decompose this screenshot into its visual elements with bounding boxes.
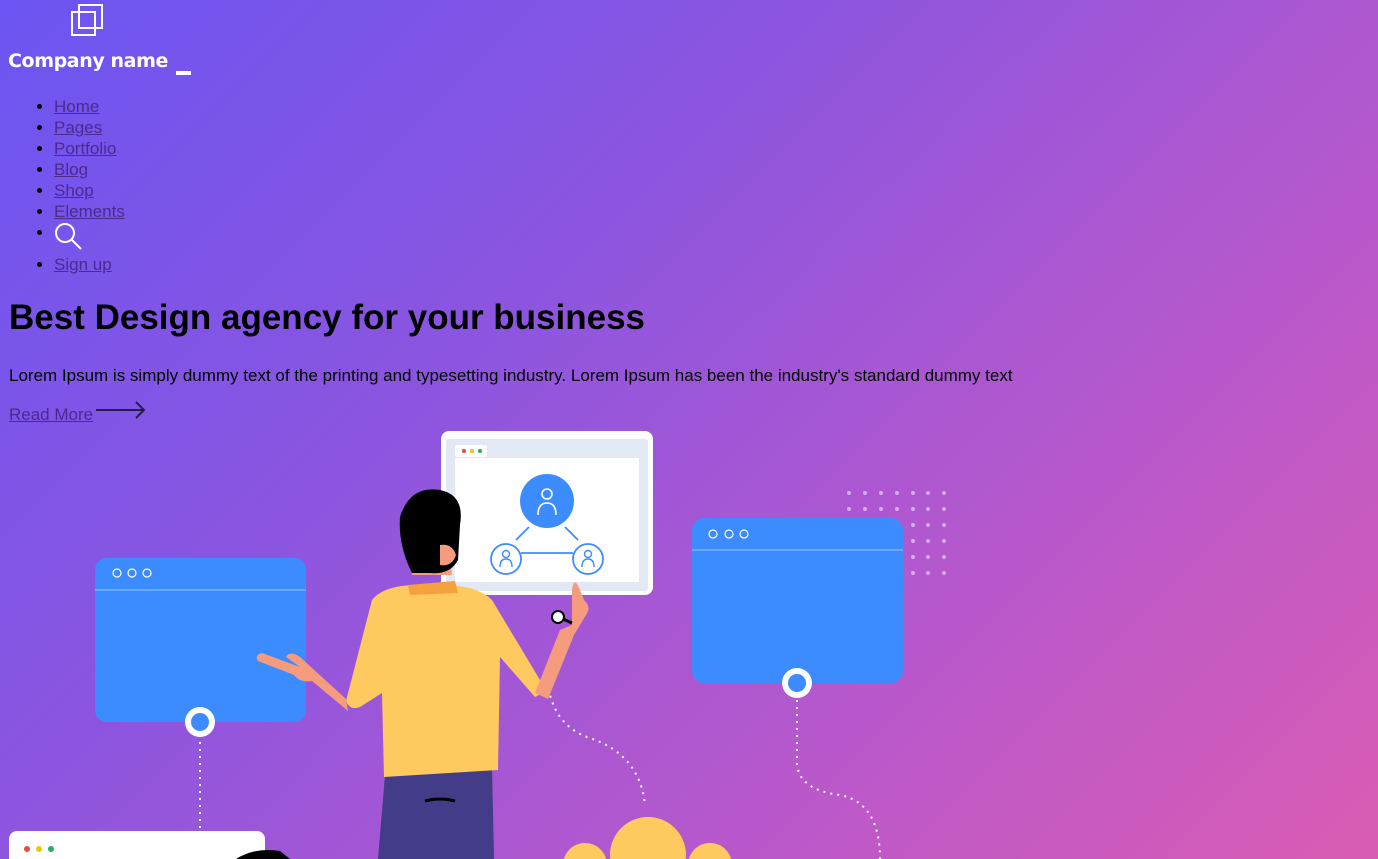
nav-link-elements[interactable]: Elements [54,202,125,221]
cloud-shape [563,817,732,859]
search-icon[interactable] [54,222,82,250]
company-name[interactable]: Company name [8,50,168,72]
hero-illustration [9,431,946,859]
nav-item-search [54,222,125,254]
read-more-link[interactable]: Read More [9,401,147,425]
nav-item-portfolio: Portfolio [54,138,125,159]
right-browser-window [692,518,903,698]
nav-link-shop[interactable]: Shop [54,181,94,200]
nav-link-portfolio[interactable]: Portfolio [54,139,116,158]
hero-description: Lorem Ipsum is simply dummy text of the … [9,366,1013,385]
logo-icon[interactable] [70,3,104,37]
bottom-left-card [9,831,265,859]
main-nav: Home Pages Portfolio Blog Shop Elements … [14,96,125,275]
nav-item-blog: Blog [54,159,125,180]
network-browser-window [441,431,653,595]
long-arrow-right-icon [96,401,146,419]
nav-link-home[interactable]: Home [54,97,99,116]
signup-link[interactable]: Sign up [54,255,112,274]
hero-title: Best Design agency for your business [9,298,646,337]
nav-link-pages[interactable]: Pages [54,118,102,137]
left-browser-window [95,558,306,737]
nav-item-home: Home [54,96,125,117]
nav-link-blog[interactable]: Blog [54,160,88,179]
nav-item-shop: Shop [54,180,125,201]
read-more-label: Read More [9,405,94,424]
nav-item-signup: Sign up [54,254,125,275]
nav-item-elements: Elements [54,201,125,222]
nav-item-pages: Pages [54,117,125,138]
brand-cursor-mark [176,71,191,75]
